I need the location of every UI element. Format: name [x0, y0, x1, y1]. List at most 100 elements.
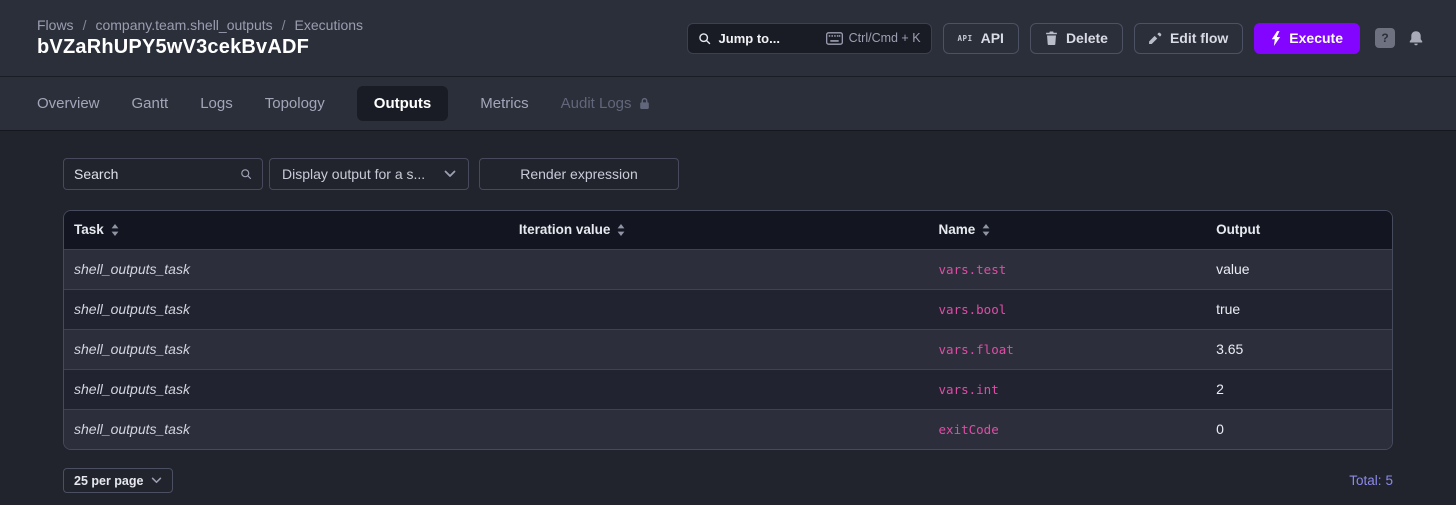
- output-cell: 0: [1206, 409, 1392, 449]
- iteration-value-cell: [509, 289, 929, 329]
- display-output-select[interactable]: Display output for a s...: [269, 158, 469, 190]
- sort-icon: [617, 224, 625, 236]
- name-cell: vars.float: [929, 329, 1207, 369]
- iteration-value-cell: [509, 249, 929, 289]
- tab-gantt[interactable]: Gantt: [132, 86, 169, 121]
- column-header-output: Output: [1206, 211, 1392, 249]
- execute-button[interactable]: Execute: [1254, 23, 1360, 54]
- search-icon: [698, 32, 711, 45]
- iteration-value-cell: [509, 369, 929, 409]
- search-input[interactable]: [74, 166, 240, 182]
- sort-icon: [982, 224, 990, 236]
- help-icon[interactable]: ?: [1375, 28, 1395, 48]
- column-label: Task: [74, 222, 104, 237]
- task-cell: shell_outputs_task: [64, 329, 509, 369]
- table-row[interactable]: shell_outputs_task vars.bool true: [64, 289, 1392, 329]
- chevron-down-icon: [444, 170, 456, 178]
- keyboard-shortcut-label: Ctrl/Cmd + K: [849, 31, 921, 45]
- table-header-row: Task Iteration value Name Output: [64, 211, 1392, 249]
- api-button[interactable]: API API: [943, 23, 1019, 54]
- render-expression-button[interactable]: Render expression: [479, 158, 679, 190]
- name-cell: exitCode: [929, 409, 1207, 449]
- name-cell: vars.bool: [929, 289, 1207, 329]
- table-row[interactable]: shell_outputs_task exitCode 0: [64, 409, 1392, 449]
- jump-to-search[interactable]: Jump to... Ctrl/Cmd + K: [687, 23, 932, 54]
- task-cell: shell_outputs_task: [64, 249, 509, 289]
- lightning-icon: [1271, 31, 1281, 46]
- table-footer: 25 per page Total: 5: [63, 468, 1393, 493]
- trash-icon: [1045, 31, 1058, 45]
- app-header: Flows / company.team.shell_outputs / Exe…: [0, 0, 1456, 77]
- output-cell: true: [1206, 289, 1392, 329]
- tab-overview[interactable]: Overview: [37, 86, 100, 121]
- table-row[interactable]: shell_outputs_task vars.float 3.65: [64, 329, 1392, 369]
- column-label: Iteration value: [519, 222, 611, 237]
- per-page-value: 25 per page: [74, 474, 143, 488]
- iteration-value-cell: [509, 409, 929, 449]
- edit-flow-button[interactable]: Edit flow: [1134, 23, 1243, 54]
- breadcrumb-namespace[interactable]: company.team.shell_outputs: [95, 17, 272, 33]
- jump-to-label: Jump to...: [719, 31, 780, 46]
- tab-label: Topology: [265, 95, 325, 112]
- delete-button[interactable]: Delete: [1030, 23, 1123, 54]
- output-cell: 2: [1206, 369, 1392, 409]
- tab-audit-logs[interactable]: Audit Logs: [561, 86, 650, 121]
- task-cell: shell_outputs_task: [64, 409, 509, 449]
- tab-label: Gantt: [132, 95, 169, 112]
- tab-label: Outputs: [374, 95, 432, 112]
- tab-label: Logs: [200, 95, 233, 112]
- keyboard-icon: [826, 32, 843, 45]
- table-row[interactable]: shell_outputs_task vars.test value: [64, 249, 1392, 289]
- tab-label: Metrics: [480, 95, 528, 112]
- column-label: Output: [1216, 222, 1260, 237]
- search-icon: [240, 168, 252, 180]
- name-cell: vars.int: [929, 369, 1207, 409]
- column-header-task[interactable]: Task: [64, 211, 509, 249]
- tab-topology[interactable]: Topology: [265, 86, 325, 121]
- per-page-select[interactable]: 25 per page: [63, 468, 173, 493]
- task-cell: shell_outputs_task: [64, 289, 509, 329]
- task-cell: shell_outputs_task: [64, 369, 509, 409]
- tab-logs[interactable]: Logs: [200, 86, 233, 121]
- chevron-down-icon: [151, 477, 162, 484]
- bell-icon[interactable]: [1408, 30, 1424, 47]
- display-output-select-value: Display output for a s...: [282, 166, 425, 182]
- api-icon: API: [958, 34, 973, 43]
- delete-button-label: Delete: [1066, 30, 1108, 46]
- iteration-value-cell: [509, 329, 929, 369]
- breadcrumb-separator: /: [83, 17, 87, 33]
- column-header-name[interactable]: Name: [929, 211, 1207, 249]
- outputs-content: Display output for a s... Render express…: [0, 131, 1456, 493]
- breadcrumb: Flows / company.team.shell_outputs / Exe…: [37, 17, 363, 33]
- table-row[interactable]: shell_outputs_task vars.int 2: [64, 369, 1392, 409]
- filter-row: Display output for a s... Render express…: [63, 158, 1393, 190]
- tab-metrics[interactable]: Metrics: [480, 86, 528, 121]
- edit-flow-button-label: Edit flow: [1170, 30, 1228, 46]
- sort-icon: [111, 224, 119, 236]
- column-label: Name: [939, 222, 976, 237]
- tab-label: Overview: [37, 95, 100, 112]
- lock-icon: [639, 97, 650, 110]
- total-count: Total: 5: [1349, 473, 1393, 488]
- tab-label: Audit Logs: [561, 95, 632, 112]
- breadcrumb-separator: /: [282, 17, 286, 33]
- total-label: Total:: [1349, 473, 1381, 488]
- total-value: 5: [1385, 473, 1393, 488]
- output-cell: 3.65: [1206, 329, 1392, 369]
- pencil-icon: [1149, 32, 1162, 45]
- api-button-label: API: [981, 30, 1004, 46]
- name-cell: vars.test: [929, 249, 1207, 289]
- search-box: [63, 158, 263, 190]
- breadcrumb-executions[interactable]: Executions: [295, 17, 363, 33]
- header-left: Flows / company.team.shell_outputs / Exe…: [37, 17, 363, 59]
- outputs-table: Task Iteration value Name Output shell_o…: [63, 210, 1393, 450]
- output-cell: value: [1206, 249, 1392, 289]
- tab-outputs[interactable]: Outputs: [357, 86, 449, 121]
- breadcrumb-flows[interactable]: Flows: [37, 17, 74, 33]
- keyboard-shortcut: Ctrl/Cmd + K: [826, 31, 921, 45]
- tabs-bar: Overview Gantt Logs Topology Outputs Met…: [0, 77, 1456, 131]
- column-header-iteration-value[interactable]: Iteration value: [509, 211, 929, 249]
- execute-button-label: Execute: [1289, 30, 1343, 46]
- page-title: bVZaRhUPY5wV3cekBvADF: [37, 36, 363, 59]
- header-actions: Jump to... Ctrl/Cmd + K API API Delete: [687, 23, 1424, 54]
